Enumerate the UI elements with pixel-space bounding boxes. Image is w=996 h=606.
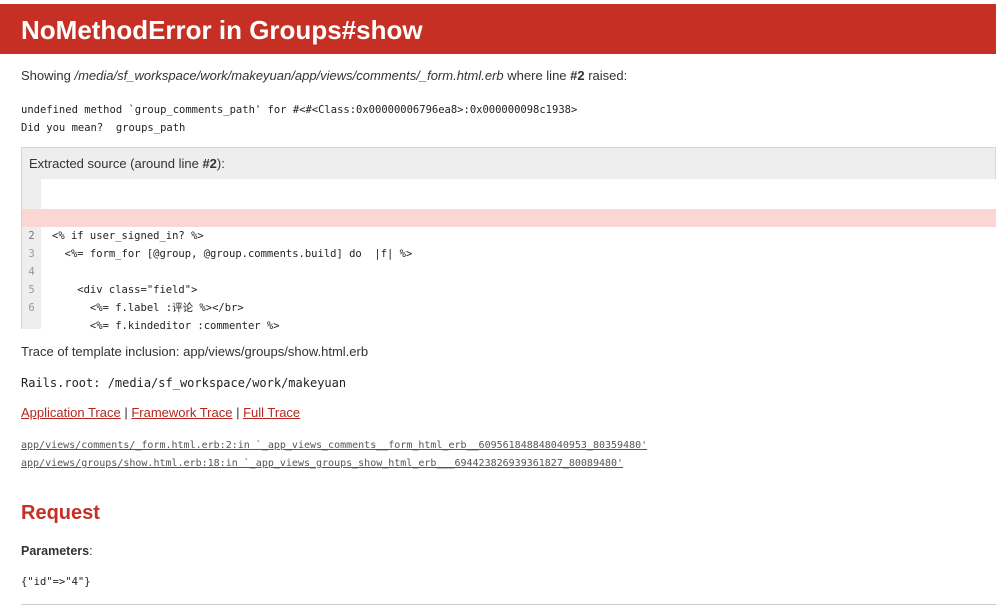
- trace-frame-link[interactable]: app/views/groups/show.html.erb:18:in `_a…: [21, 455, 647, 473]
- full-trace-link[interactable]: Full Trace: [243, 405, 300, 420]
- error-header: NoMethodError in Groups#show: [0, 4, 996, 54]
- parameters-label: Parameters:: [21, 543, 93, 559]
- request-heading: Request: [21, 502, 100, 524]
- line-number: 6: [28, 302, 35, 314]
- parameters-label-text: Parameters: [21, 544, 90, 558]
- code-line: 4 <div class="field">: [22, 245, 996, 296]
- code-line: 1 <% if user_signed_in? %>: [22, 191, 996, 242]
- error-title: NoMethodError in Groups#show: [21, 15, 423, 45]
- extracted-source: Extracted source (around line #2): 1 <% …: [21, 147, 996, 332]
- code-line: 3: [22, 227, 996, 260]
- showing-prefix: Showing: [21, 68, 75, 83]
- code-line: 5 <%= f.label :评论 %></br>: [22, 263, 996, 314]
- template-path: /media/sf_workspace/work/makeyuan/app/vi…: [74, 68, 504, 83]
- trace-frame-link[interactable]: app/views/comments/_form.html.erb:2:in `…: [21, 437, 647, 455]
- source-title-line: #2: [202, 156, 217, 171]
- showing-suffix: raised:: [584, 68, 628, 83]
- code-line: 6 <%= f.kindeditor :commenter %>: [22, 281, 996, 332]
- trace-separator: |: [232, 405, 244, 420]
- framework-trace-link[interactable]: Framework Trace: [131, 405, 232, 420]
- trace-frames: app/views/comments/_form.html.erb:2:in `…: [21, 437, 647, 473]
- rails-root: Rails.root: /media/sf_workspace/work/mak…: [21, 376, 347, 390]
- trace-separator: |: [120, 405, 132, 420]
- parameters-colon: :: [89, 544, 93, 558]
- showing-line: Showing /media/sf_workspace/work/makeyua…: [21, 68, 627, 84]
- code-line-highlighted: 2 <%= form_for [@group, @group.comments.…: [22, 209, 996, 260]
- application-trace-link[interactable]: Application Trace: [21, 405, 121, 420]
- code-area: 1 <% if user_signed_in? %> 2 <%= form_fo…: [22, 179, 996, 332]
- error-message-block: undefined method `group_comments_path' f…: [21, 101, 577, 137]
- did-you-mean: Did you mean? groups_path: [21, 122, 186, 134]
- extracted-source-title: Extracted source (around line #2):: [29, 156, 225, 172]
- code-text: <%= f.kindeditor :commenter %>: [52, 320, 280, 332]
- parameters-value: {"id"=>"4"}: [21, 576, 91, 588]
- error-message: undefined method `group_comments_path' f…: [21, 104, 578, 116]
- showing-mid: where line: [503, 68, 571, 83]
- source-title-suffix: ):: [216, 156, 225, 171]
- error-line-number: #2: [570, 68, 585, 83]
- trace-toggle-links: Application Trace | Framework Trace | Fu…: [21, 405, 300, 421]
- source-title-prefix: Extracted source (around line: [29, 156, 203, 171]
- code-text: <%= f.label :评论 %></br>: [52, 302, 244, 314]
- template-inclusion-trace: Trace of template inclusion: app/views/g…: [21, 344, 369, 359]
- divider: [21, 604, 996, 605]
